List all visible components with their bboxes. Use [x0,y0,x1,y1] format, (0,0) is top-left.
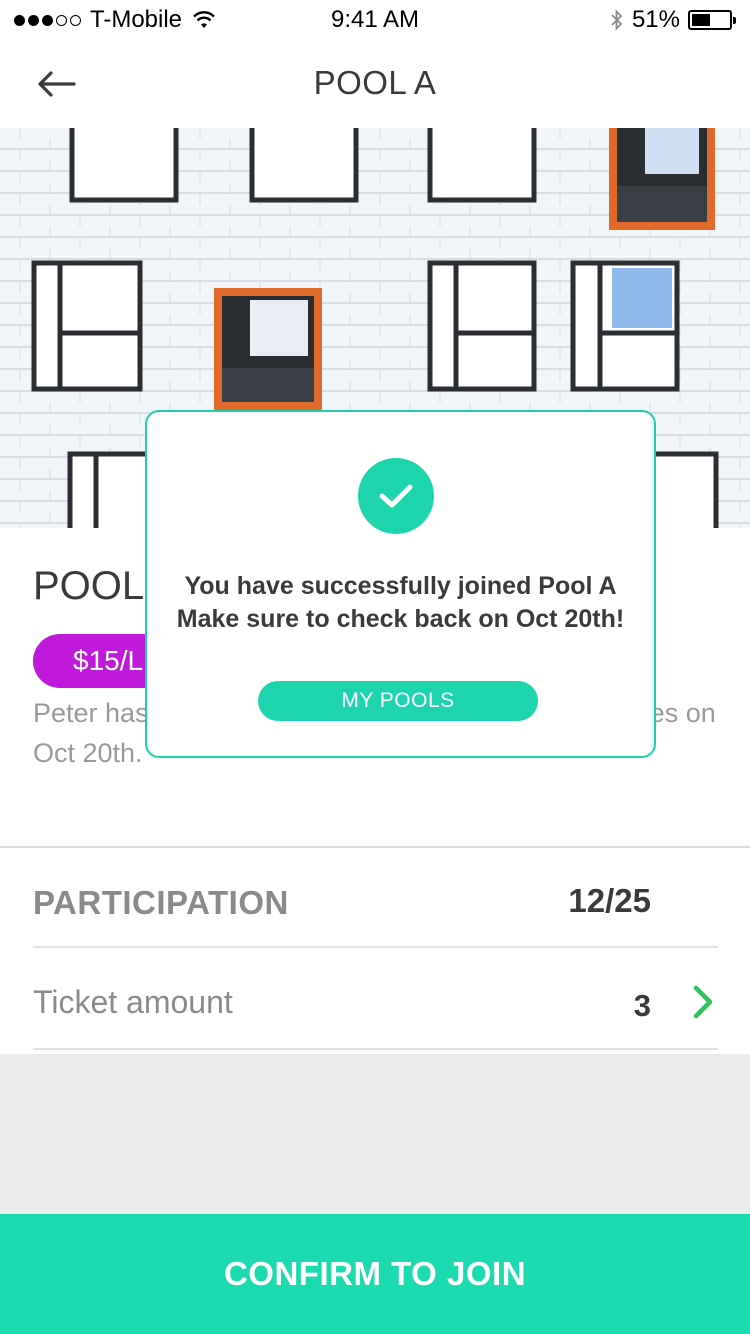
success-message: You have successfully joined Pool A [184,572,617,600]
participation-label: PARTICIPATION [33,884,289,921]
participation-value: 12/25 [568,882,651,919]
page-title: POOL A [313,64,437,101]
pool-name: POOL [33,564,145,608]
status-right: 51% [610,6,736,34]
nav-bar: POOL A [0,40,750,128]
ticket-amount-label: Ticket amount [33,984,233,1020]
battery-fill [692,14,711,26]
success-dialog: You have successfully joined Pool A Make… [145,410,656,758]
chevron-right-icon[interactable] [688,984,718,1020]
bluetooth-icon [611,9,623,31]
ticket-amount-row[interactable]: Ticket amount 3 [33,950,718,1050]
participation-row: PARTICIPATION 12/25 [33,848,718,948]
status-bar: T-Mobile 9:41 AM 51% [0,0,750,40]
battery-icon [688,10,736,30]
battery-percent: 51% [631,6,680,33]
success-badge [358,458,434,534]
my-pools-button[interactable]: MY POOLS [258,681,538,721]
reminder-message: Make sure to check back on Oct 20th! [176,605,625,633]
check-icon [379,484,413,508]
ticket-amount-value: 3 [633,988,651,1023]
confirm-to-join-button[interactable]: CONFIRM TO JOIN [0,1214,750,1334]
pool-info: PARTICIPATION 12/25 Ticket amount 3 [0,846,750,1054]
